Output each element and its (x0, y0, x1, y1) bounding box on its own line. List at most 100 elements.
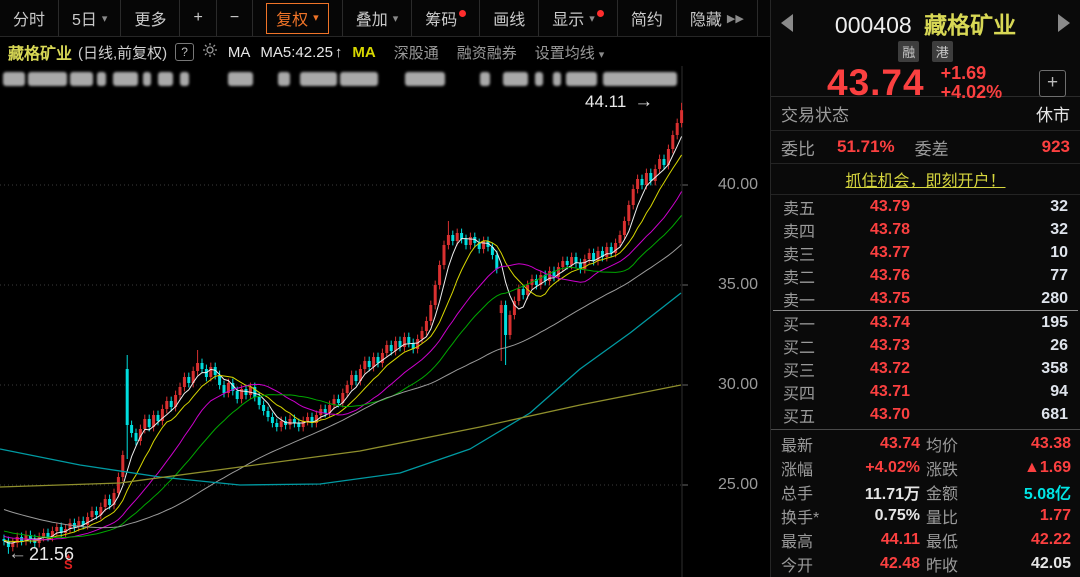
order-book: 卖五 43.79 32卖四 43.78 32卖三 43.77 10卖二 43.7… (771, 195, 1080, 426)
level-price: 43.78 (835, 221, 945, 239)
weibi-row: 委比 51.71% 委差 923 (771, 131, 1080, 164)
help-icon[interactable]: ? (175, 43, 194, 61)
level-price: 43.75 (835, 290, 945, 308)
stat-label: 涨幅 (781, 456, 813, 480)
order-book-row[interactable]: 卖三 43.77 10 (771, 241, 1080, 264)
add-to-watchlist-button[interactable]: + (1039, 70, 1066, 97)
level-price: 43.76 (835, 267, 945, 285)
level-volume: 10 (945, 244, 1068, 262)
five-day-button[interactable]: 5日▾ (59, 0, 121, 36)
stats-row: 今开 42.48昨收 42.05 (781, 552, 1071, 576)
zoom-out-button[interactable]: − (217, 0, 253, 36)
level-price: 43.77 (835, 244, 945, 262)
stats-row: 最新 43.74均价 43.38 (781, 432, 1071, 456)
overlay-button[interactable]: 叠加▾ (343, 0, 413, 36)
zoom-in-button[interactable]: + (180, 0, 216, 36)
chart-header: 藏格矿业 (日线,前复权) ? MA MA5:42.25 ↑ MA 深股通 融资… (0, 38, 770, 66)
stats-row: 总手 11.71万金额 5.08亿 (781, 480, 1071, 504)
stat-value: 11.71万 (813, 480, 926, 504)
chip-distribution-button[interactable]: 筹码 (412, 0, 480, 36)
level-volume: 280 (945, 290, 1068, 308)
ma-indicator-label[interactable]: MA (228, 44, 251, 61)
minute-chart-button[interactable]: 分时 (0, 0, 59, 36)
stock-code: 000408 (835, 12, 912, 38)
prev-stock-arrow[interactable] (781, 14, 793, 32)
y-axis-tick: 25.00 (688, 476, 758, 494)
stat-cell: 昨收 42.05 (926, 552, 1071, 576)
level-volume: 32 (945, 221, 1068, 239)
stat-value: 42.22 (958, 531, 1071, 549)
simple-mode-button[interactable]: 简约 (618, 0, 677, 36)
stat-label: 今开 (781, 552, 813, 576)
hide-toolbar-button[interactable]: 隐藏▶▶ (677, 0, 758, 36)
gear-icon[interactable] (202, 42, 218, 63)
level-price: 43.72 (835, 360, 945, 378)
trade-status-value: 休市 (1036, 101, 1070, 126)
level-label: 买三 (783, 357, 835, 381)
ma5-value: MA5:42.25 (260, 44, 333, 61)
quote-panel: 000408 藏格矿业 融 港 43.74 +1.69 +4.02% + 交易状… (770, 0, 1080, 577)
ad-row: 抓住机会，即刻开户！ (771, 164, 1080, 195)
adjust-price-button[interactable]: 复权▾ (253, 0, 343, 36)
order-book-row[interactable]: 买一 43.74 195 (771, 311, 1080, 334)
stat-value: 43.74 (813, 435, 926, 453)
order-book-row[interactable]: 买二 43.73 26 (771, 334, 1080, 357)
next-stock-arrow[interactable] (1058, 14, 1070, 32)
stat-label: 金额 (926, 480, 958, 504)
chevron-down-icon: ▾ (393, 12, 399, 25)
stock-badges: 融 港 (771, 41, 1080, 62)
candlestick-chart[interactable] (0, 66, 770, 577)
chevron-down-icon: ▾ (313, 11, 319, 24)
stat-label: 总手 (781, 480, 813, 504)
level-label: 卖三 (783, 241, 835, 265)
draw-line-button[interactable]: 画线 (480, 0, 539, 36)
stats-row: 最高 44.11最低 42.22 (781, 528, 1071, 552)
margin-trading-tab[interactable]: 融资融券 (457, 42, 517, 63)
order-book-row[interactable]: 卖四 43.78 32 (771, 218, 1080, 241)
level-label: 买二 (783, 334, 835, 358)
level-label: 卖四 (783, 218, 835, 242)
ma-yellow-label[interactable]: MA (352, 44, 375, 61)
chevron-down-icon: ▾ (589, 12, 595, 25)
weibi-value: 51.71% (837, 137, 895, 157)
up-arrow-icon: ↑ (335, 44, 343, 61)
order-book-row[interactable]: 卖一 43.75 280 (771, 287, 1080, 310)
stat-value: 1.77 (958, 507, 1071, 525)
stat-value: +4.02% (813, 459, 926, 477)
order-book-row[interactable]: 买三 43.72 358 (771, 357, 1080, 380)
stat-cell: 金额 5.08亿 (926, 480, 1071, 504)
level-volume: 358 (945, 360, 1068, 378)
order-book-row[interactable]: 买五 43.70 681 (771, 403, 1080, 426)
level-price: 43.73 (835, 337, 945, 355)
price-row: 43.74 +1.69 +4.02% + (771, 62, 1080, 104)
notification-dot (597, 10, 604, 17)
y-axis-tick: 30.00 (688, 376, 758, 394)
level-price: 43.70 (835, 406, 945, 424)
display-button[interactable]: 显示▾ (539, 0, 618, 36)
more-periods-button[interactable]: 更多 (121, 0, 180, 36)
ma-settings-button[interactable]: 设置均线▾ (535, 42, 605, 63)
level-price: 43.71 (835, 383, 945, 401)
trade-status-label: 交易状态 (781, 101, 849, 126)
stat-cell: 涨幅 +4.02% (781, 456, 926, 480)
stat-value: 42.48 (813, 555, 926, 573)
stat-value: 42.05 (958, 555, 1071, 573)
level-volume: 26 (945, 337, 1068, 355)
level-volume: 77 (945, 267, 1068, 285)
level-label: 买四 (783, 380, 835, 404)
stat-cell: 换手* 0.75% (781, 504, 926, 528)
double-arrow-right-icon: ▶▶ (727, 12, 744, 25)
stat-cell: 涨跌 ▲1.69 (926, 456, 1071, 480)
open-account-link[interactable]: 抓住机会，即刻开户！ (845, 167, 1005, 191)
stats-row: 换手* 0.75%量比 1.77 (781, 504, 1071, 528)
order-book-row[interactable]: 卖五 43.79 32 (771, 195, 1080, 218)
level-label: 买一 (783, 311, 835, 335)
order-book-row[interactable]: 卖二 43.76 77 (771, 264, 1080, 287)
level-label: 卖二 (783, 264, 835, 288)
sz-connect-tab[interactable]: 深股通 (394, 42, 439, 63)
last-price: 43.74 (827, 62, 925, 104)
right-arrow-icon: → (634, 91, 653, 113)
level-volume: 681 (945, 406, 1068, 424)
order-book-row[interactable]: 买四 43.71 94 (771, 380, 1080, 403)
stat-cell: 最高 44.11 (781, 528, 926, 552)
